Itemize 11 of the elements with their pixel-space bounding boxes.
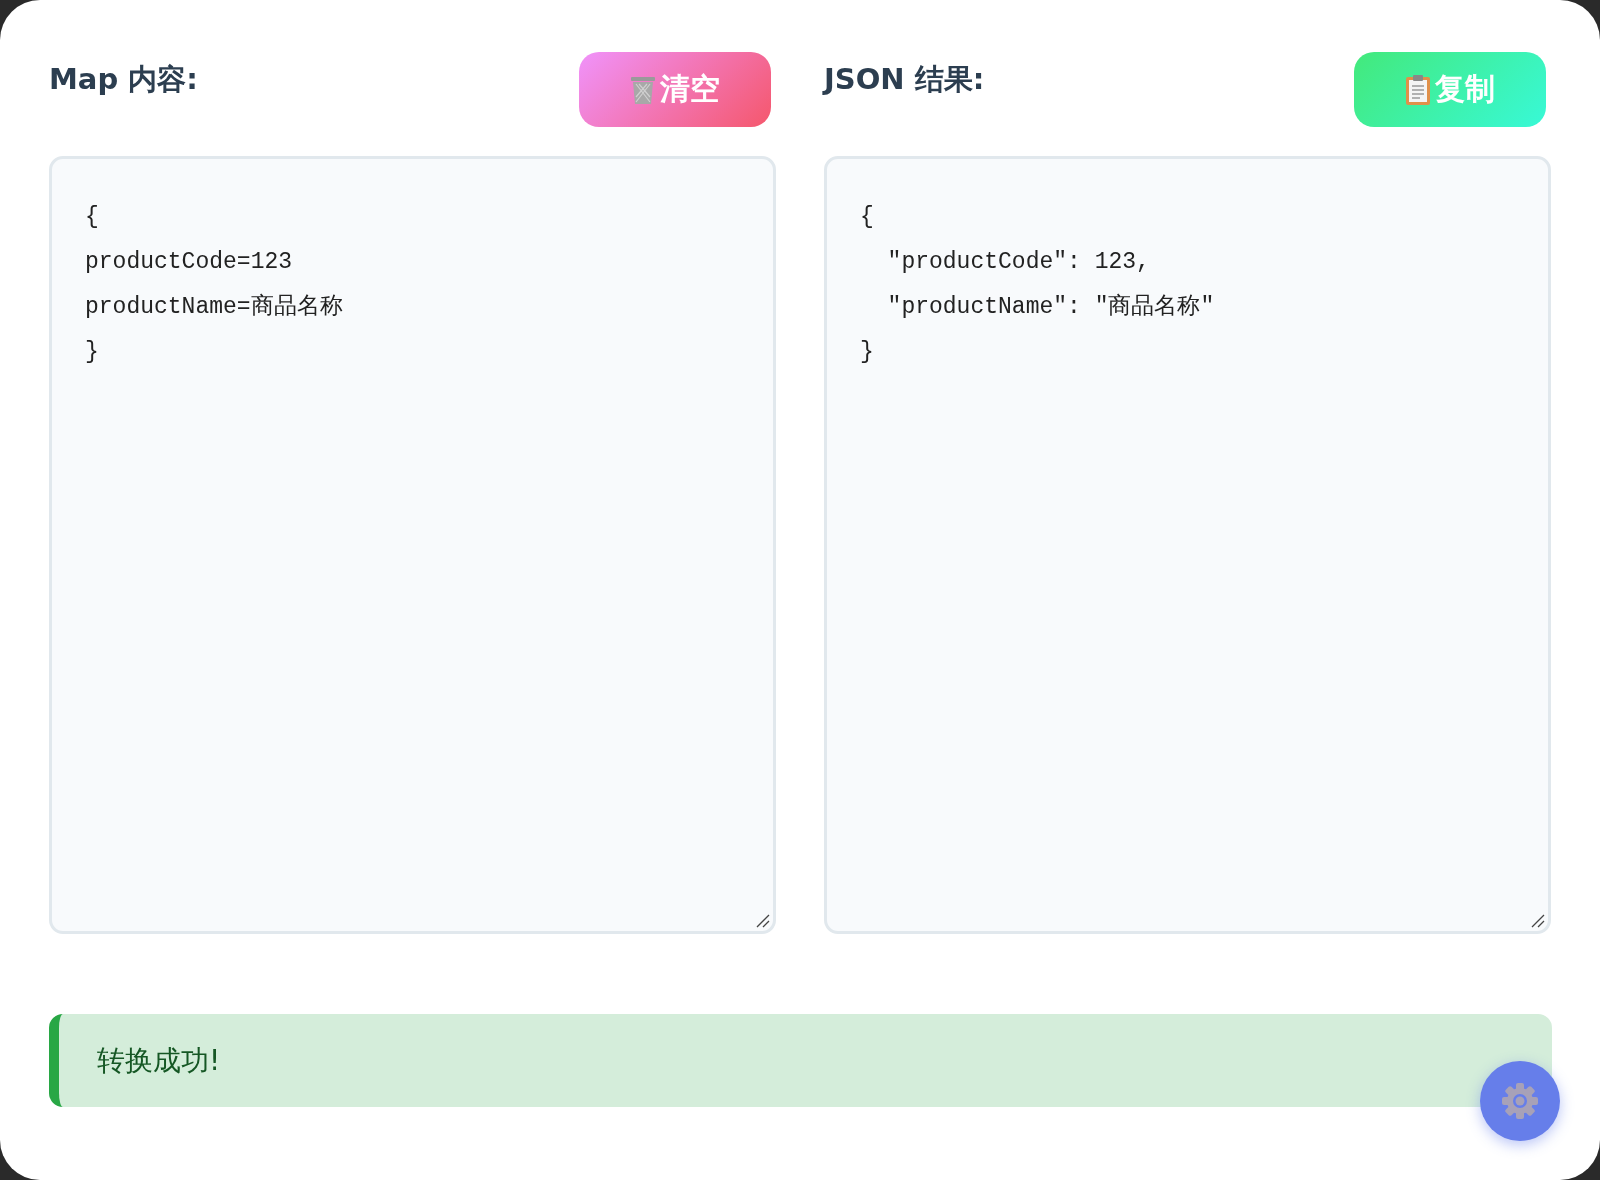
resize-grip-icon[interactable] xyxy=(756,914,770,928)
panel-heading: Map 内容: xyxy=(49,61,198,98)
json-output-field[interactable]: { "productCode": 123, "productName": "商品名称" } xyxy=(824,156,1551,934)
status-message: 转换成功! xyxy=(49,1014,1552,1107)
map-input-field[interactable]: { productCode=123 productName=商品名称 } xyxy=(49,156,776,934)
clipboard-icon xyxy=(1405,73,1431,106)
settings-icon xyxy=(1500,1081,1540,1121)
trash-icon xyxy=(630,74,656,105)
resize-grip-icon[interactable] xyxy=(1531,914,1545,928)
settings-button[interactable] xyxy=(1480,1061,1560,1141)
panel-heading: JSON 结果: xyxy=(824,61,985,98)
